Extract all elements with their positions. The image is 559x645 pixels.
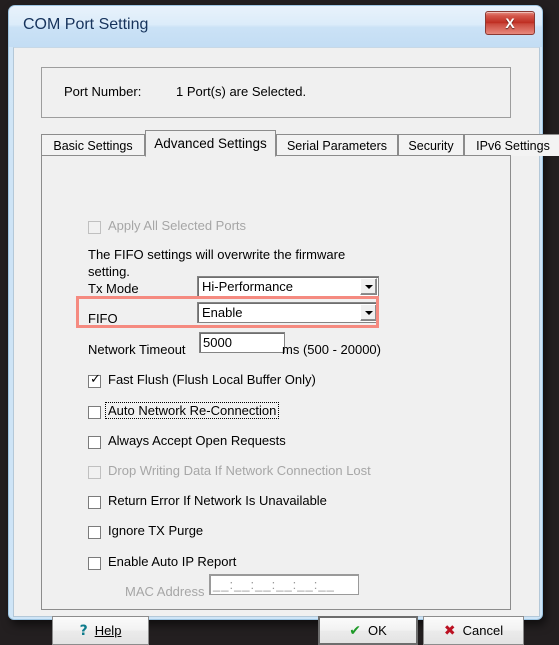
close-button[interactable]: X <box>485 11 535 35</box>
tab-advanced-settings[interactable]: Advanced Settings <box>145 130 276 157</box>
apply-all-ports-label: Apply All Selected Ports <box>108 218 247 233</box>
auto-network-reconnection-label: Auto Network Re-Connection <box>104 402 280 419</box>
chevron-down-icon[interactable] <box>360 304 377 321</box>
always-accept-open-requests-label: Always Accept Open Requests <box>108 433 286 448</box>
tab-serial-parameters[interactable]: Serial Parameters <box>276 134 398 156</box>
tab-label: Advanced Settings <box>154 136 267 151</box>
fifo-value: Enable <box>202 305 243 320</box>
com-port-setting-window: COM Port Setting X Port Number: 1 Port(s… <box>8 5 559 645</box>
tab-strip: Basic Settings Advanced Settings Serial … <box>41 130 559 157</box>
question-mark-icon: ? <box>79 622 88 639</box>
fifo-label: FIFO <box>88 311 118 326</box>
help-button[interactable]: ? Help <box>52 616 149 645</box>
network-timeout-unit: ms (500 - 20000) <box>282 342 381 357</box>
title-bar[interactable]: COM Port Setting X <box>9 6 542 47</box>
cancel-button[interactable]: ✖ Cancel <box>423 616 524 645</box>
window-title: COM Port Setting <box>23 16 149 33</box>
tab-ipv6-settings[interactable]: IPv6 Settings <box>464 134 559 156</box>
ignore-tx-purge-label: Ignore TX Purge <box>108 523 204 538</box>
ignore-tx-purge-checkbox[interactable] <box>88 526 101 539</box>
tx-mode-value: Hi-Performance <box>202 279 294 294</box>
mac-address-value: __:__:__:__:__:__ <box>213 577 335 592</box>
fifo-notice-text: The FIFO settings will overwrite the fir… <box>88 247 346 279</box>
fast-flush-label: Fast Flush (Flush Local Buffer Only) <box>108 372 316 387</box>
tab-security[interactable]: Security <box>398 134 464 156</box>
enable-auto-ip-report-checkbox[interactable] <box>88 557 101 570</box>
checkmark-icon: ✓ <box>90 372 101 387</box>
fifo-dropdown[interactable]: Enable <box>197 302 379 323</box>
return-error-label: Return Error If Network Is Unavailable <box>108 493 327 508</box>
network-timeout-value: 5000 <box>203 335 232 350</box>
tx-mode-dropdown[interactable]: Hi-Performance <box>197 276 379 297</box>
return-error-checkbox[interactable] <box>88 496 101 509</box>
mac-address-label: MAC Address <box>125 584 205 599</box>
advanced-settings-panel: Apply All Selected Ports The FIFO settin… <box>41 155 511 610</box>
dialog-client-area: Port Number: 1 Port(s) are Selected. Bas… <box>13 47 559 645</box>
fast-flush-checkbox[interactable]: ✓ <box>88 372 101 388</box>
port-number-label: Port Number: <box>64 84 142 99</box>
chevron-down-icon[interactable] <box>360 278 377 295</box>
tab-label: Serial Parameters <box>286 138 388 153</box>
close-icon: X <box>505 15 515 31</box>
drop-writing-data-checkbox <box>88 466 101 479</box>
mac-address-input: __:__:__:__:__:__ <box>209 574 359 595</box>
checkmark-icon: ✔ <box>349 622 361 639</box>
tx-mode-label: Tx Mode <box>88 281 139 296</box>
always-accept-open-requests-checkbox[interactable] <box>88 436 101 449</box>
drop-writing-data-label: Drop Writing Data If Network Connection … <box>108 463 371 478</box>
tab-label: IPv6 Settings <box>476 138 550 153</box>
port-number-group: Port Number: 1 Port(s) are Selected. <box>41 67 511 118</box>
tab-basic-settings[interactable]: Basic Settings <box>41 134 145 156</box>
enable-auto-ip-report-label: Enable Auto IP Report <box>108 554 237 569</box>
tab-label: Basic Settings <box>53 138 133 153</box>
x-mark-icon: ✖ <box>443 622 456 639</box>
network-timeout-input[interactable]: 5000 <box>199 332 285 353</box>
network-timeout-label: Network Timeout <box>88 342 186 357</box>
tab-label: Security <box>408 138 454 153</box>
ok-button[interactable]: ✔ OK <box>318 616 418 645</box>
apply-all-ports-checkbox <box>88 221 101 234</box>
auto-network-reconnection-checkbox[interactable] <box>88 406 101 419</box>
port-number-value: 1 Port(s) are Selected. <box>176 84 307 99</box>
